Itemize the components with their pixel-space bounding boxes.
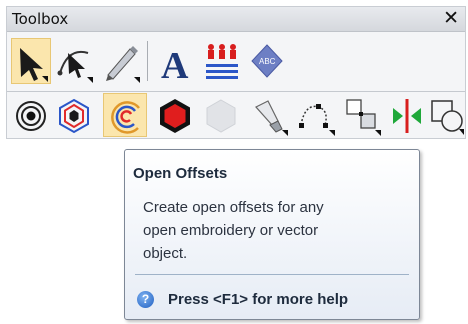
tooltip-help-text: Press <F1> for more help <box>168 291 349 308</box>
select-arrow-button[interactable] <box>11 38 51 84</box>
knife-button[interactable] <box>247 94 289 136</box>
concentric-circles-icon <box>16 101 46 131</box>
pen-digitize-button[interactable] <box>99 38 141 84</box>
toolbox-panel: Toolbox ✕ A ABC <box>6 6 466 139</box>
weld-shapes-icon <box>431 100 464 135</box>
team-names-icon <box>206 44 238 79</box>
close-icon[interactable]: ✕ <box>443 7 459 29</box>
lettering-button[interactable]: A <box>154 38 194 85</box>
filled-hexagon-icon <box>160 99 190 133</box>
lettering-glyph: A <box>161 45 189 85</box>
toolbox-titlebar[interactable]: Toolbox ✕ <box>7 7 465 32</box>
align-icon <box>346 99 381 136</box>
pen-digitize-icon <box>106 46 140 83</box>
toolbox-title: Toolbox <box>12 10 69 28</box>
weld-shapes-button[interactable] <box>428 94 464 136</box>
reshape-arrow-button[interactable] <box>53 38 95 84</box>
mirror-icon <box>393 99 421 133</box>
monogram-icon: ABC <box>251 44 283 78</box>
select-arrow-icon <box>20 48 48 82</box>
mirror-button[interactable] <box>386 94 426 136</box>
knife-icon <box>255 100 288 136</box>
monogram-button[interactable]: ABC <box>247 38 285 84</box>
hexagon-offsets-icon <box>59 98 89 134</box>
tooltip-divider <box>135 274 409 275</box>
toolbar-separator <box>147 41 148 81</box>
reshape-nodes-button[interactable] <box>294 94 336 136</box>
tooltip-description: Create open offsets for any open embroid… <box>143 199 324 262</box>
monogram-text: ABC <box>259 57 276 66</box>
team-names-button[interactable] <box>199 38 243 84</box>
hexagon-offsets-button[interactable] <box>53 94 93 136</box>
concentric-circles-button[interactable] <box>11 94 49 136</box>
reshape-nodes-icon <box>299 104 335 136</box>
toolbar-row-divider <box>7 91 465 92</box>
align-button[interactable] <box>340 94 382 136</box>
reshape-arrow-icon <box>57 51 93 83</box>
open-offsets-button[interactable] <box>103 93 147 137</box>
help-icon: ? <box>137 291 154 308</box>
open-offsets-icon <box>111 101 140 134</box>
gray-hexagon-icon <box>206 99 236 133</box>
text-lettering-icon: A <box>161 45 189 85</box>
gray-hexagon-button[interactable] <box>200 94 240 136</box>
filled-hexagon-button[interactable] <box>154 94 194 136</box>
tooltip: Open Offsets Create open offsets for any… <box>124 149 420 320</box>
tooltip-title: Open Offsets <box>133 165 228 182</box>
